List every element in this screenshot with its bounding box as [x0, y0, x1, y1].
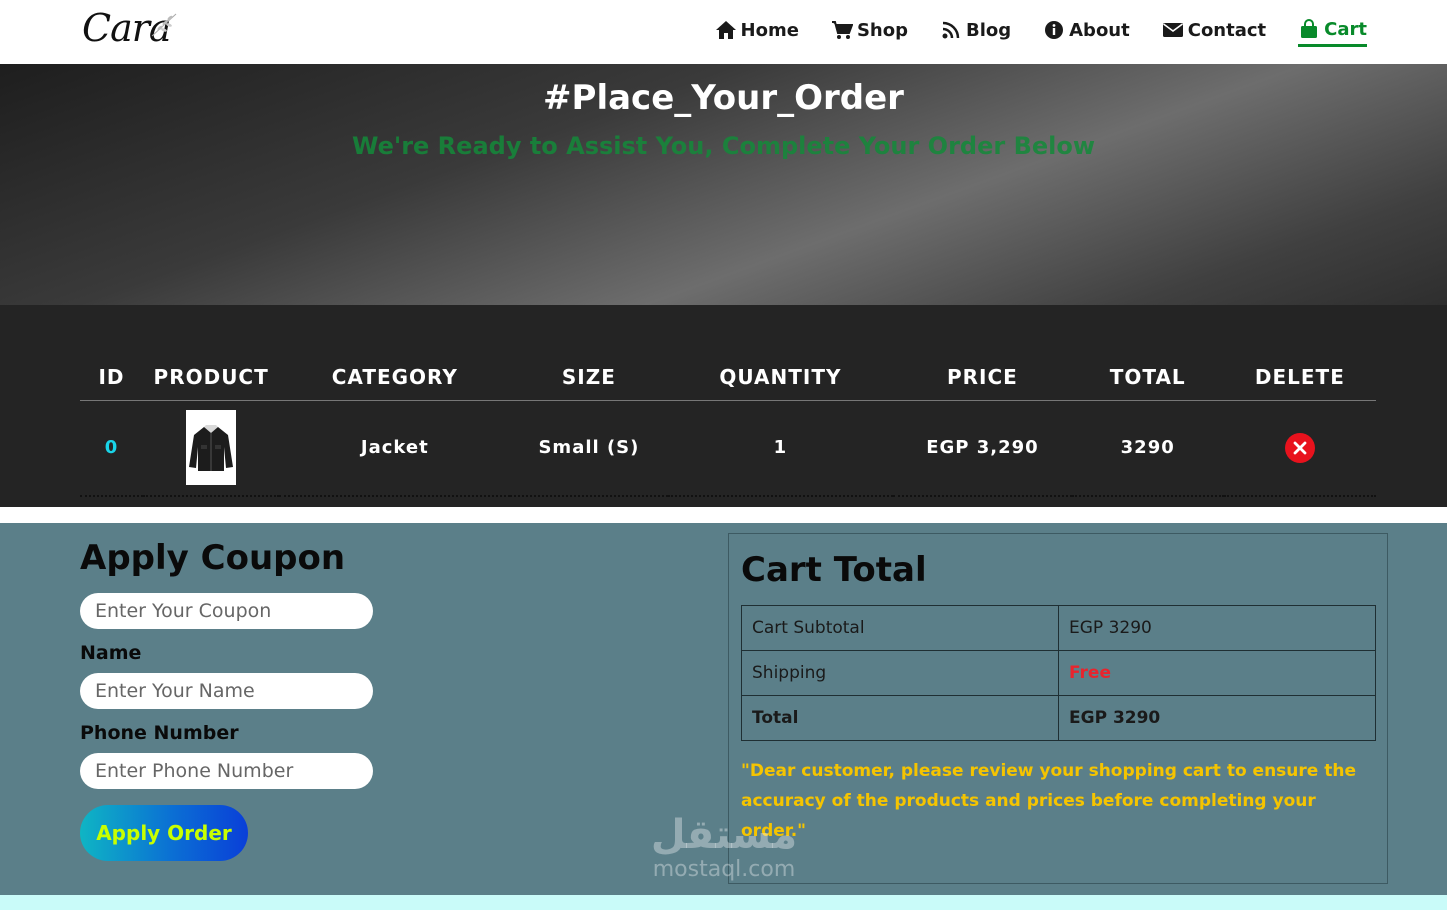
watermark-arabic: مستقل	[650, 812, 798, 858]
shopping-bag-icon	[1301, 19, 1318, 38]
cart-total-table: Cart Subtotal EGP 3290 Shipping Free Tot…	[741, 605, 1376, 741]
shipping-label: Shipping	[741, 650, 1059, 696]
nav-home[interactable]: Home	[715, 16, 799, 44]
col-size: SIZE	[510, 355, 668, 401]
subtotal-value: EGP 3290	[1058, 605, 1376, 651]
subtotal-label: Cart Subtotal	[741, 605, 1059, 651]
total-value: EGP 3290	[1058, 695, 1376, 741]
site-header: Cara Home Shop Blog About Contact Cart	[0, 0, 1447, 64]
cart-section: ID PRODUCT CATEGORY SIZE QUANTITY PRICE …	[0, 305, 1447, 507]
col-total: TOTAL	[1071, 355, 1224, 401]
nav-cart[interactable]: Cart	[1298, 16, 1367, 47]
nav-home-label: Home	[740, 19, 799, 41]
info-icon	[1045, 21, 1064, 39]
col-product: PRODUCT	[142, 355, 280, 401]
row-size: Small (S)	[510, 400, 668, 497]
total-label: Total	[741, 695, 1059, 741]
page-title: #Place_Your_Order	[543, 78, 904, 118]
envelope-icon	[1162, 23, 1183, 37]
coupon-input[interactable]	[80, 593, 373, 629]
col-category: CATEGORY	[279, 355, 511, 401]
page-subtitle: We're Ready to Assist You, Complete Your…	[351, 132, 1096, 160]
section-divider	[0, 507, 1447, 523]
watermark-latin: mostaql.com	[652, 857, 796, 882]
close-icon	[1293, 441, 1307, 455]
nav-about-label: About	[1069, 19, 1130, 41]
table-row: 0 Jacket Small (S) 1 EGP 3,290 3290	[80, 400, 1376, 497]
row-category: Jacket	[279, 400, 511, 497]
phone-input[interactable]	[80, 753, 373, 789]
leaf-icon	[151, 13, 177, 37]
nav-shop-label: Shop	[856, 19, 908, 41]
row-total: 3290	[1071, 400, 1224, 497]
cart-total-panel: Cart Total Cart Subtotal EGP 3290 Shippi…	[728, 533, 1388, 884]
row-quantity: 1	[667, 400, 894, 497]
home-icon	[715, 21, 736, 39]
shipping-value: Free	[1058, 650, 1376, 696]
nav-shop[interactable]: Shop	[831, 16, 908, 44]
col-price: PRICE	[893, 355, 1072, 401]
col-delete: DELETE	[1223, 355, 1376, 401]
coupon-title: Apply Coupon	[80, 538, 346, 578]
nav-contact[interactable]: Contact	[1162, 16, 1266, 44]
footer-band	[0, 895, 1447, 910]
hero-banner: #Place_Your_Order We're Ready to Assist …	[0, 64, 1447, 305]
row-price: EGP 3,290	[893, 400, 1072, 497]
row-delete	[1223, 400, 1376, 497]
apply-order-button[interactable]: Apply Order	[80, 805, 248, 861]
shipping-row: Shipping Free	[741, 650, 1376, 696]
name-label: Name	[80, 642, 142, 664]
jacket-image[interactable]	[186, 410, 237, 486]
col-id: ID	[80, 355, 143, 401]
total-row: Total EGP 3290	[741, 695, 1376, 741]
nav-contact-label: Contact	[1187, 19, 1267, 41]
nav-blog[interactable]: Blog	[940, 16, 1011, 44]
rss-icon	[942, 21, 960, 39]
review-notice: "Dear customer, please review your shopp…	[741, 761, 1356, 841]
phone-label: Phone Number	[80, 722, 239, 744]
watermark: مستقل mostaql.com	[634, 812, 814, 882]
row-product	[142, 400, 280, 497]
name-input[interactable]	[80, 673, 373, 709]
nav-cart-label: Cart	[1324, 18, 1367, 40]
cart-table-header: ID PRODUCT CATEGORY SIZE QUANTITY PRICE …	[80, 355, 1376, 401]
jacket-icon	[189, 424, 234, 471]
row-id: 0	[80, 400, 143, 497]
cart-table: ID PRODUCT CATEGORY SIZE QUANTITY PRICE …	[80, 355, 1376, 497]
delete-button[interactable]	[1284, 432, 1315, 463]
cart-total-title: Cart Total	[741, 550, 927, 590]
nav-blog-label: Blog	[965, 19, 1012, 41]
nav-about[interactable]: About	[1043, 16, 1130, 44]
subtotal-row: Cart Subtotal EGP 3290	[741, 605, 1376, 651]
main-nav: Home Shop Blog About Contact Cart	[715, 16, 1367, 47]
col-quantity: QUANTITY	[667, 355, 894, 401]
cart-icon	[831, 21, 853, 39]
